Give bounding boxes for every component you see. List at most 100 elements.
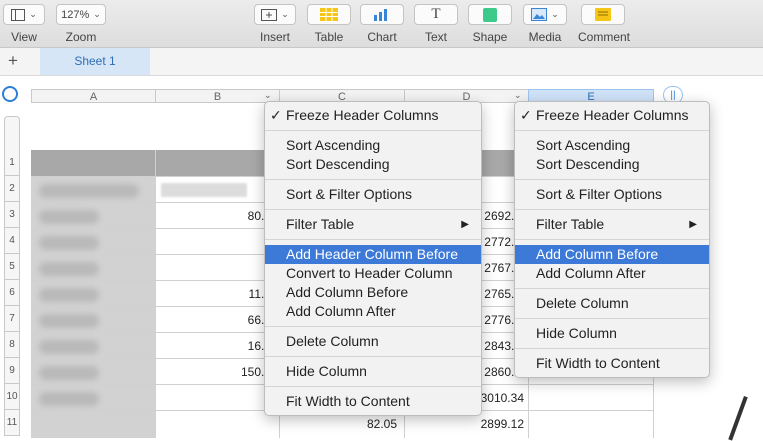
- zoom-select[interactable]: 127% ⌄: [56, 4, 106, 25]
- menu-item-add-column-before[interactable]: Add Column Before: [515, 245, 709, 264]
- zoom-value: 127%: [61, 8, 90, 21]
- menu-item-sort-filter-options[interactable]: Sort & Filter Options: [265, 185, 481, 204]
- shape-label: Shape: [472, 30, 508, 44]
- photo-icon: [531, 8, 548, 21]
- menu-item-sort-ascending[interactable]: Sort Ascending: [515, 136, 709, 155]
- menu-item-filter-table[interactable]: Filter Table ▶: [515, 215, 709, 234]
- menu-item-hide-column[interactable]: Hide Column: [515, 324, 709, 343]
- insert-label: Insert: [259, 30, 290, 44]
- text-control[interactable]: T Text: [414, 4, 458, 44]
- divider-line: [728, 396, 748, 441]
- redacted-cell: [39, 314, 99, 328]
- insert-icon: [261, 8, 278, 21]
- menu-item-hide-column[interactable]: Hide Column: [265, 362, 481, 381]
- menu-item-delete-column[interactable]: Delete Column: [515, 294, 709, 313]
- menu-item-sort-descending[interactable]: Sort Descending: [265, 155, 481, 174]
- cell-c11[interactable]: 82.05: [333, 417, 397, 431]
- view-label: View: [11, 30, 37, 44]
- table-control[interactable]: Table: [307, 4, 351, 44]
- media-button[interactable]: ⌄: [523, 4, 567, 25]
- redacted-cell: [39, 184, 139, 198]
- menu-item-convert-to-header-column[interactable]: Convert to Header Column: [265, 264, 481, 283]
- column-header-a[interactable]: A: [31, 89, 156, 103]
- menu-separator: [265, 130, 481, 131]
- row-header-4[interactable]: 4: [4, 228, 20, 254]
- comment-control[interactable]: Comment: [578, 4, 630, 44]
- submenu-arrow-icon: ▶: [461, 219, 469, 230]
- menu-item-fit-width-to-content[interactable]: Fit Width to Content: [515, 354, 709, 373]
- redacted-cell: [39, 262, 99, 276]
- checkmark-icon: ✓: [270, 107, 282, 123]
- cell-b8[interactable]: 16.6: [211, 339, 271, 353]
- sidebar-icon: [11, 8, 26, 21]
- row-header-top: [4, 116, 20, 150]
- redacted-cell: [39, 340, 99, 354]
- view-control[interactable]: ⌄ View: [3, 4, 45, 44]
- tab-sheet-1[interactable]: Sheet 1: [40, 48, 150, 75]
- sheet-tab-bar: + Sheet 1: [0, 48, 763, 76]
- text-label: Text: [424, 30, 447, 44]
- menu-item-freeze-header-columns[interactable]: ✓ Freeze Header Columns: [265, 106, 481, 125]
- media-label: Media: [528, 30, 562, 44]
- row-header-10[interactable]: 10: [4, 384, 20, 410]
- cell-b7[interactable]: 66.8: [211, 313, 271, 327]
- cell-b6[interactable]: 11.1: [211, 287, 271, 301]
- cell-b9[interactable]: 150.0: [211, 365, 271, 379]
- text-button[interactable]: T: [414, 4, 458, 25]
- chevron-down-icon[interactable]: ⌄: [514, 90, 522, 101]
- column-context-menu: ✓ Freeze Header Columns Sort Ascending S…: [514, 101, 710, 378]
- menu-separator: [265, 386, 481, 387]
- gridline: [155, 150, 156, 438]
- row-header-11[interactable]: 11: [4, 410, 20, 436]
- select-all-button[interactable]: [2, 86, 18, 102]
- insert-button[interactable]: ⌄: [254, 4, 296, 25]
- plus-icon[interactable]: +: [8, 51, 18, 71]
- menu-item-add-header-column-before[interactable]: Add Header Column Before: [265, 245, 481, 264]
- menu-item-filter-table[interactable]: Filter Table ▶: [265, 215, 481, 234]
- row-header-2[interactable]: 2: [4, 176, 20, 202]
- menu-item-sort-ascending[interactable]: Sort Ascending: [265, 136, 481, 155]
- menu-separator: [265, 239, 481, 240]
- table-icon: [320, 8, 338, 21]
- insert-control[interactable]: ⌄ Insert: [254, 4, 296, 44]
- menu-item-freeze-header-columns[interactable]: ✓ Freeze Header Columns: [515, 106, 709, 125]
- menu-separator: [265, 356, 481, 357]
- row-header-6[interactable]: 6: [4, 280, 20, 306]
- table-button[interactable]: [307, 4, 351, 25]
- cell-d11[interactable]: 2899.12: [461, 417, 524, 431]
- menu-item-add-column-after[interactable]: Add Column After: [265, 302, 481, 321]
- menu-separator: [515, 179, 709, 180]
- row-header-3[interactable]: 3: [4, 202, 20, 228]
- menu-separator: [515, 348, 709, 349]
- redacted-cell: [161, 183, 247, 197]
- shape-button[interactable]: [468, 4, 512, 25]
- column-header-b[interactable]: B: [155, 89, 280, 103]
- chart-button[interactable]: [360, 4, 404, 25]
- media-control[interactable]: ⌄ Media: [523, 4, 567, 44]
- menu-item-sort-descending[interactable]: Sort Descending: [515, 155, 709, 174]
- menu-separator: [515, 239, 709, 240]
- zoom-control[interactable]: 127% ⌄ Zoom: [56, 4, 106, 44]
- row-header-7[interactable]: 7: [4, 306, 20, 332]
- cell-b3[interactable]: 80.0: [211, 209, 271, 223]
- menu-item-sort-filter-options[interactable]: Sort & Filter Options: [515, 185, 709, 204]
- row-header-1[interactable]: 1: [4, 150, 20, 176]
- row-header-5[interactable]: 5: [4, 254, 20, 280]
- menu-item-add-column-before[interactable]: Add Column Before: [265, 283, 481, 302]
- comment-button[interactable]: [581, 4, 625, 25]
- chart-control[interactable]: Chart: [360, 4, 404, 44]
- view-button[interactable]: ⌄: [3, 4, 45, 25]
- comment-icon: [595, 8, 611, 21]
- redacted-cell: [39, 366, 99, 380]
- row-header-9[interactable]: 9: [4, 358, 20, 384]
- menu-separator: [515, 318, 709, 319]
- chevron-down-icon[interactable]: ⌄: [264, 90, 272, 101]
- row-header-8[interactable]: 8: [4, 332, 20, 358]
- shape-control[interactable]: Shape: [468, 4, 512, 44]
- menu-item-fit-width-to-content[interactable]: Fit Width to Content: [265, 392, 481, 411]
- chevron-down-icon: ⌄: [281, 9, 289, 19]
- menu-item-delete-column[interactable]: Delete Column: [265, 332, 481, 351]
- toolbar: ⌄ View 127% ⌄ Zoom ⌄ Insert Table Chart …: [0, 0, 763, 48]
- menu-item-add-column-after[interactable]: Add Column After: [515, 264, 709, 283]
- menu-separator: [265, 209, 481, 210]
